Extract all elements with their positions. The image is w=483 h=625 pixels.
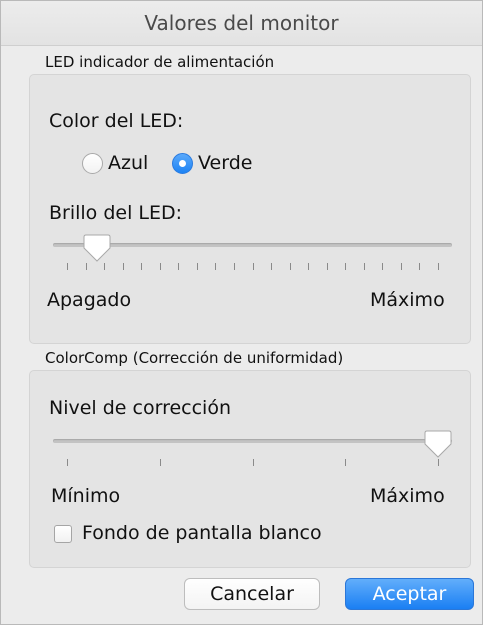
slider-tick bbox=[104, 263, 106, 270]
slider-tick bbox=[438, 459, 439, 466]
brightness-slider-thumb[interactable] bbox=[83, 233, 111, 263]
slider-tick bbox=[400, 263, 402, 270]
correction-level-label: Nivel de corrección bbox=[49, 397, 232, 419]
correction-max-label: Máximo bbox=[370, 485, 445, 507]
slider-tick bbox=[122, 263, 124, 270]
radio-azul[interactable] bbox=[82, 153, 103, 174]
brightness-min-label: Apagado bbox=[47, 289, 132, 311]
slider-tick bbox=[308, 263, 310, 270]
slider-tick bbox=[159, 263, 161, 270]
accept-button[interactable]: Aceptar bbox=[345, 578, 474, 610]
slider-tick bbox=[85, 263, 87, 270]
slider-tick bbox=[67, 459, 68, 466]
slider-tick bbox=[215, 263, 217, 270]
colorcomp-group-title: ColorComp (Corrección de uniformidad) bbox=[45, 349, 344, 367]
window-titlebar: Valores del monitor bbox=[1, 1, 482, 46]
slider-tick bbox=[419, 263, 421, 270]
radio-azul-label[interactable]: Azul bbox=[108, 152, 148, 174]
cancel-button[interactable]: Cancelar bbox=[184, 578, 320, 610]
correction-slider-thumb[interactable] bbox=[424, 429, 452, 459]
slider-tick bbox=[159, 459, 161, 466]
slider-tick bbox=[178, 263, 180, 270]
monitor-settings-window: Valores del monitor LED indicador de ali… bbox=[0, 0, 483, 625]
brightness-max-label: Máximo bbox=[370, 289, 445, 311]
slider-tick bbox=[345, 459, 347, 466]
led-brightness-label: Brillo del LED: bbox=[49, 202, 183, 224]
brightness-slider-track[interactable] bbox=[53, 243, 452, 247]
slider-tick bbox=[438, 263, 439, 270]
radio-verde-label[interactable]: Verde bbox=[198, 152, 252, 174]
slider-tick bbox=[252, 459, 254, 466]
radio-verde[interactable] bbox=[172, 153, 193, 174]
correction-slider-track[interactable] bbox=[53, 439, 452, 443]
slider-tick bbox=[382, 263, 384, 270]
slider-tick bbox=[271, 263, 273, 270]
slider-tick bbox=[345, 263, 347, 270]
slider-tick bbox=[252, 263, 254, 270]
slider-tick bbox=[141, 263, 143, 270]
led-group-title: LED indicador de alimentación bbox=[45, 53, 275, 71]
window-title: Valores del monitor bbox=[144, 11, 339, 35]
slider-tick bbox=[233, 263, 235, 270]
white-background-checkbox[interactable] bbox=[54, 525, 72, 543]
slider-tick bbox=[326, 263, 328, 270]
slider-tick bbox=[67, 263, 68, 270]
slider-tick bbox=[196, 263, 198, 270]
slider-tick bbox=[289, 263, 291, 270]
correction-min-label: Mínimo bbox=[51, 485, 121, 507]
white-background-label[interactable]: Fondo de pantalla blanco bbox=[82, 522, 322, 544]
slider-tick bbox=[363, 263, 365, 270]
led-color-label: Color del LED: bbox=[49, 110, 184, 132]
